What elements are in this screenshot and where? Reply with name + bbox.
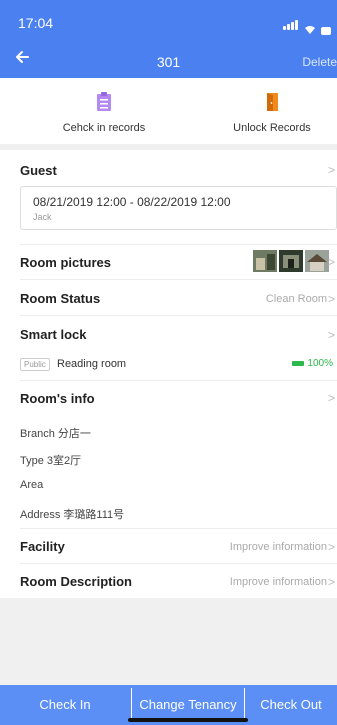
unlock-records-button[interactable]: Unlock Records — [202, 92, 337, 136]
chevron-right-icon[interactable]: > — [328, 163, 335, 177]
top-header: 17:04 301 Delete — [0, 0, 337, 78]
nav-bar: 301 Delete — [0, 44, 337, 78]
guest-dates: 08/21/2019 12:00 - 08/22/2019 12:00 — [33, 195, 231, 209]
guest-section: Guest > 08/21/2019 12:00 - 08/22/2019 12… — [0, 150, 337, 240]
room-photo-image — [305, 250, 329, 272]
facility-title: Facility — [20, 539, 65, 554]
facility-row[interactable]: Facility Improve information > — [0, 531, 337, 563]
room-info-title: Room's info — [20, 391, 95, 406]
room-description-title: Room Description — [20, 574, 132, 589]
facility-value: Improve information — [229, 541, 327, 553]
battery-level-icon — [292, 361, 305, 366]
room-pictures-title: Room pictures — [20, 255, 112, 270]
room-status-value: Clean Room — [265, 293, 327, 305]
lock-name: Reading room — [57, 358, 127, 370]
lock-battery: 100% — [292, 358, 333, 369]
room-pictures-row[interactable]: Room pictures > — [0, 247, 337, 277]
status-bar: 17:04 — [0, 0, 337, 44]
battery-icon — [321, 27, 331, 35]
room-photo-image — [253, 250, 277, 272]
status-time: 17:04 — [18, 15, 54, 31]
status-icons — [283, 17, 331, 35]
page-title: 301 — [156, 54, 181, 70]
room-thumbnails — [253, 250, 329, 272]
area-line: Area — [20, 479, 44, 491]
divider — [20, 279, 337, 280]
divider — [20, 528, 337, 529]
action-panel: Cehck in records Unlock Records — [0, 78, 337, 144]
room-description-value: Improve information — [229, 576, 327, 588]
branch-line: Branch 分店一 — [20, 428, 91, 440]
address-line: Address 李璐路111号 — [20, 509, 125, 521]
check-in-records-button[interactable]: Cehck in records — [34, 92, 174, 136]
check-in-button[interactable]: Check In — [0, 685, 130, 725]
room-photo-image — [279, 250, 303, 272]
guest-card[interactable]: 08/21/2019 12:00 - 08/22/2019 12:00 Jack — [20, 186, 337, 230]
lock-battery-value: 100% — [307, 358, 333, 369]
public-tag: Public — [20, 358, 50, 371]
chevron-right-icon: > — [327, 540, 335, 554]
room-info-row[interactable]: Room's info > — [0, 383, 337, 413]
lock-item[interactable]: Public Reading room 100% — [0, 358, 337, 376]
check-out-button[interactable]: Check Out — [245, 685, 337, 725]
clipboard-list-icon — [97, 92, 111, 111]
divider — [20, 563, 337, 564]
type-line: Type 3室2厅 — [20, 455, 82, 467]
divider — [20, 380, 337, 381]
chevron-right-icon: > — [327, 575, 335, 589]
divider — [20, 315, 337, 316]
chevron-right-icon: > — [327, 391, 335, 405]
chevron-right-icon: > — [327, 255, 335, 269]
room-detail-list: Guest > 08/21/2019 12:00 - 08/22/2019 12… — [0, 150, 337, 598]
chevron-right-icon: > — [327, 328, 335, 342]
smart-lock-title: Smart lock — [20, 327, 87, 342]
delete-button[interactable]: Delete — [302, 55, 337, 69]
door-icon — [267, 93, 278, 111]
divider — [20, 244, 337, 245]
signal-icon — [283, 17, 299, 35]
home-indicator — [128, 718, 248, 722]
room-status-title: Room Status — [20, 291, 101, 306]
guest-name: Jack — [33, 212, 52, 222]
room-description-row[interactable]: Room Description Improve information > — [0, 566, 337, 598]
wifi-icon — [305, 26, 315, 34]
check-in-records-label: Cehck in records — [62, 122, 146, 134]
bottom-action-bar: Check In Change Tenancy Check Out — [0, 685, 337, 725]
guest-title: Guest — [20, 163, 57, 178]
unlock-records-label: Unlock Records — [233, 122, 311, 134]
chevron-right-icon: > — [327, 292, 335, 306]
smart-lock-row[interactable]: Smart lock > — [0, 317, 337, 351]
room-status-row[interactable]: Room Status Clean Room > — [0, 281, 337, 315]
